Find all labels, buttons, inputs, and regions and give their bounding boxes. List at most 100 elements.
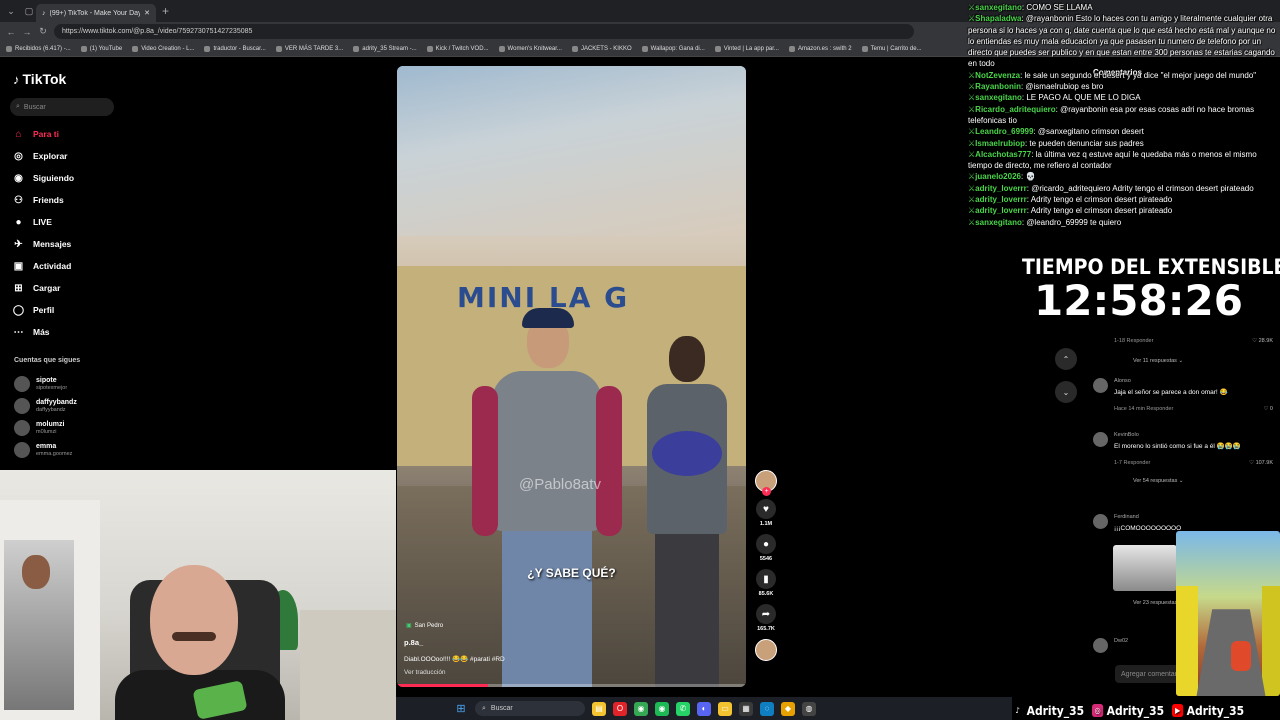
sidebar-item-perfil[interactable]: ◯ Perfil bbox=[12, 299, 132, 321]
sidebar-item-live[interactable]: ● LIVE bbox=[12, 211, 132, 233]
bookmark-item[interactable]: (1) YouTube bbox=[80, 45, 122, 52]
comment-button[interactable]: ● 5546 bbox=[754, 534, 778, 562]
new-tab-button[interactable]: + bbox=[162, 4, 169, 18]
tab-close-icon[interactable]: ✕ bbox=[144, 9, 150, 17]
like-button[interactable]: ♥ 1.1M bbox=[754, 499, 778, 527]
creator-avatar-button[interactable]: + bbox=[754, 470, 778, 496]
chat-username: juanelo2026 bbox=[968, 172, 1021, 181]
tab-group-icon[interactable]: ▢ bbox=[22, 4, 36, 18]
app-icon[interactable]: ◆ bbox=[781, 701, 795, 716]
bookmark-item[interactable]: VER MÁS TARDE 3... bbox=[275, 45, 343, 52]
bookmark-item[interactable]: traductor - Buscar... bbox=[204, 45, 266, 52]
bookmark-item[interactable]: Temu | Carrito de... bbox=[861, 45, 922, 52]
discord-icon[interactable]: ◐ bbox=[697, 701, 711, 716]
comment-likes[interactable]: ♡ 0 bbox=[1263, 406, 1273, 412]
music-disc-button[interactable] bbox=[754, 639, 778, 661]
search-input[interactable]: ⌕ Buscar bbox=[10, 98, 114, 116]
following-item[interactable]: daffyybandz daffyybandz bbox=[14, 395, 114, 417]
avatar[interactable] bbox=[1093, 378, 1108, 393]
comment-meta[interactable]: 1-7 Responder bbox=[1114, 460, 1150, 466]
whatsapp-icon[interactable]: ✆ bbox=[676, 701, 690, 716]
edge-icon[interactable]: ◌ bbox=[760, 701, 774, 716]
comment-meta[interactable]: 1-18 Responder bbox=[1114, 338, 1153, 344]
store-icon[interactable]: ▦ bbox=[739, 701, 753, 716]
webcam-feed bbox=[0, 470, 396, 720]
chat-text: Adrity tengo el crimson desert pirateado bbox=[1030, 206, 1173, 216]
bookmark-item[interactable]: Wallapop: Gana di... bbox=[641, 45, 705, 52]
chat-username: adrity_loverrr bbox=[968, 184, 1027, 193]
video-progress-bar[interactable] bbox=[397, 684, 746, 687]
chrome-icon[interactable]: ◉ bbox=[634, 701, 648, 716]
opera-icon[interactable]: O bbox=[613, 701, 627, 716]
following-item[interactable]: sipote sipotexmejor bbox=[14, 373, 114, 395]
sidebar-item-actividad[interactable]: ▣ Actividad bbox=[12, 255, 132, 277]
profile-icon: ◯ bbox=[12, 304, 25, 316]
sidebar-item-siguiendo[interactable]: ◉ Siguiendo bbox=[12, 167, 132, 189]
spotify-icon[interactable]: ◉ bbox=[655, 701, 669, 716]
share-button[interactable]: ➦ 165.7K bbox=[754, 604, 778, 632]
video-player[interactable]: MINI LA G @Pablo8atv ¿Y SABE QUÉ? ▣ San … bbox=[397, 66, 746, 687]
video-location[interactable]: ▣ San Pedro bbox=[406, 622, 443, 630]
view-replies-link[interactable]: Ver 54 respuestas ⌄ bbox=[1133, 478, 1183, 484]
video-person-left bbox=[472, 308, 622, 687]
taskbar-search[interactable]: ⌕ Buscar bbox=[475, 701, 585, 716]
following-item[interactable]: molumzi m0lumzi bbox=[14, 417, 114, 439]
avatar[interactable] bbox=[1093, 638, 1108, 653]
action-count: 85.6K bbox=[758, 591, 774, 597]
bookmark-item[interactable]: Vinted | La app par... bbox=[714, 45, 779, 52]
chat-message: NotZevenza: le sale un segundo el desert… bbox=[968, 70, 1276, 81]
back-icon[interactable]: ← bbox=[6, 27, 16, 37]
windows-start-icon[interactable]: ⊞ bbox=[454, 702, 468, 716]
bookmark-item[interactable]: Amazon.es : swith 2 bbox=[788, 45, 852, 52]
tab-menu-icon[interactable]: ⌄ bbox=[4, 4, 18, 18]
comment-author[interactable]: KevinBolo bbox=[1114, 432, 1139, 438]
sidebar-item-friends[interactable]: ⚇ Friends bbox=[12, 189, 132, 211]
url-field[interactable]: https://www.tiktok.com/@p.8a_/video/7592… bbox=[54, 24, 914, 39]
avatar[interactable] bbox=[1093, 432, 1108, 447]
follow-plus-icon[interactable]: + bbox=[762, 487, 771, 496]
comment-author[interactable]: Alonso bbox=[1114, 378, 1131, 384]
previous-video-button[interactable]: ⌃ bbox=[1055, 348, 1077, 370]
folder-icon[interactable]: ▭ bbox=[718, 701, 732, 716]
social-handle-text: Adrity_35 bbox=[1026, 702, 1085, 718]
bookmark-item[interactable]: JACKETS - KIKKO bbox=[571, 45, 632, 52]
tiktok-logo[interactable]: ♪ TikTok bbox=[13, 71, 66, 87]
comment-likes[interactable]: ♡ 28.9K bbox=[1252, 338, 1273, 344]
sidebar-item-mensajes[interactable]: ✈ Mensajes bbox=[12, 233, 132, 255]
sidebar-item-cargar[interactable]: ⊞ Cargar bbox=[12, 277, 132, 299]
search-icon: ⌕ bbox=[482, 704, 486, 712]
bookmark-item[interactable]: Women's Knitwear... bbox=[498, 45, 562, 52]
chat-message: sanxegitano: @leandro_69999 te quiero bbox=[968, 217, 1276, 228]
avatar[interactable] bbox=[1093, 514, 1108, 529]
video-username[interactable]: p.8a_ bbox=[404, 638, 423, 647]
reload-icon[interactable]: ↻ bbox=[38, 26, 48, 37]
sidebar-item-explorar[interactable]: ◎ Explorar bbox=[12, 145, 132, 167]
comment-image-thumbnail[interactable] bbox=[1113, 545, 1177, 591]
next-video-button[interactable]: ⌄ bbox=[1055, 381, 1077, 403]
comment-likes[interactable]: ♡ 107.9K bbox=[1249, 460, 1273, 466]
view-replies-link[interactable]: Ver 23 respuestas bbox=[1133, 600, 1177, 606]
see-translation-link[interactable]: Ver traducción bbox=[404, 669, 446, 676]
video-subtitle: ¿Y SABE QUÉ? bbox=[527, 566, 616, 580]
browser-tab-active[interactable]: ♪ (99+) TikTok - Make Your Day ✕ bbox=[36, 4, 156, 22]
search-placeholder: Buscar bbox=[23, 103, 46, 111]
bookmark-item[interactable]: Video Creation - L... bbox=[132, 45, 194, 52]
obs-icon[interactable]: ◍ bbox=[802, 701, 816, 716]
bookmark-item[interactable]: Kick / Twitch VOD... bbox=[426, 45, 489, 52]
comment-author[interactable]: Dw02 bbox=[1114, 638, 1128, 644]
forward-icon[interactable]: → bbox=[22, 27, 32, 37]
comment-author[interactable]: Ferdinand bbox=[1114, 514, 1139, 520]
chat-username: sanxegitano bbox=[968, 93, 1022, 102]
bookmark-item[interactable]: adrity_35 Stream -... bbox=[353, 45, 417, 52]
bookmark-item[interactable]: Recibidos (6.417) -... bbox=[6, 45, 71, 52]
save-button[interactable]: ▮ 85.6K bbox=[754, 569, 778, 597]
chat-text: @leandro_69999 te quiero bbox=[1026, 217, 1122, 227]
social-handle: ◎ Adrity_35 bbox=[1091, 703, 1164, 718]
file-explorer-icon[interactable]: ▤ bbox=[592, 701, 606, 716]
following-item[interactable]: emma emma.goomez bbox=[14, 439, 114, 461]
sidebar-item-label: Para ti bbox=[33, 129, 59, 139]
view-replies-link[interactable]: Ver 11 respuestas ⌄ bbox=[1133, 358, 1183, 364]
sidebar-item-para-ti[interactable]: ⌂ Para ti bbox=[12, 123, 132, 145]
sidebar-item-más[interactable]: ⋯ Más bbox=[12, 321, 132, 343]
comment-meta[interactable]: Hace 14 min Responder bbox=[1114, 406, 1173, 412]
